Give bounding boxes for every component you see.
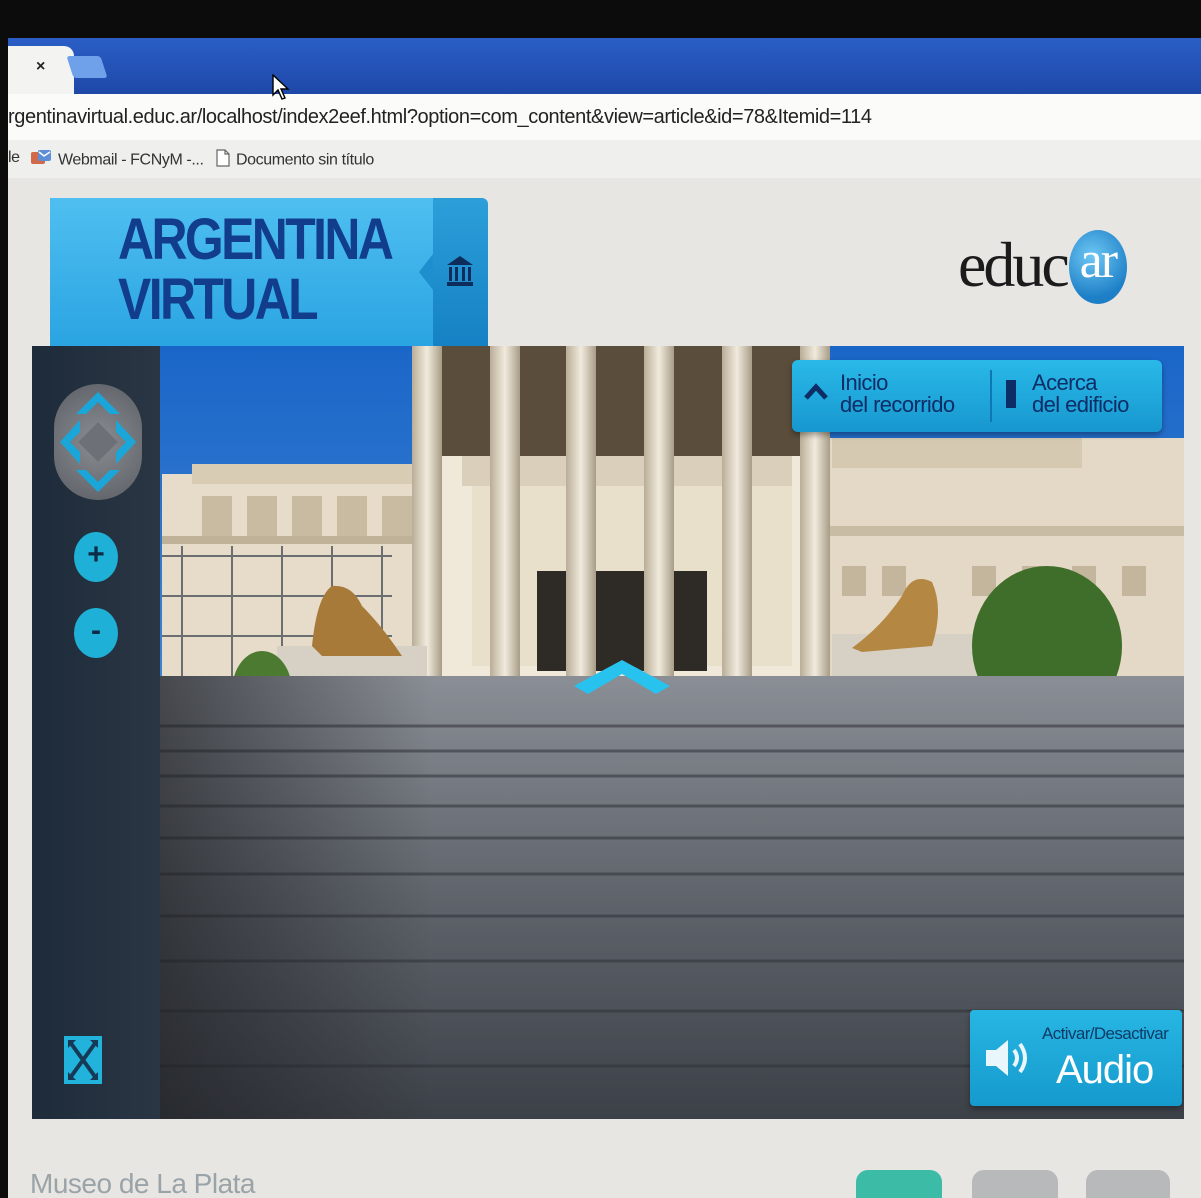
page-content: ARGENTINA VIRTUAL educ ar + - Inicio del… [8, 178, 1201, 1198]
speaker-icon [984, 1036, 1034, 1085]
logo-badge: ar [1068, 230, 1127, 305]
zoom-out-button[interactable]: - [74, 608, 118, 658]
document-icon [216, 149, 230, 172]
info-bar-icon [1006, 380, 1016, 408]
bookmark-label: Webmail - FCNyM -... [58, 151, 204, 169]
panorama-viewer[interactable]: + - Inicio del recorrido Acerca del edif… [32, 346, 1184, 1119]
nav-line2: del recorrido [840, 392, 955, 417]
acerca-edificio-button[interactable]: Acerca del edificio [992, 360, 1162, 432]
address-bar[interactable]: rgentinavirtual.educ.ar/localhost/index2… [8, 94, 1201, 141]
panorama-image [32, 346, 1184, 1119]
museum-icon [445, 254, 475, 293]
inicio-recorrido-button[interactable]: Inicio del recorrido [792, 360, 990, 432]
footer-action-button[interactable] [972, 1170, 1058, 1198]
site-title: ARGENTINA VIRTUAL [118, 207, 394, 332]
educar-logo[interactable]: educ ar [958, 228, 1127, 308]
bookmarks-bar: le Webmail - FCNyM -... Documento sin tí… [8, 140, 1201, 179]
page-title: Museo de La Plata [30, 1168, 256, 1198]
footer-share-button[interactable] [856, 1170, 942, 1198]
zoom-in-button[interactable]: + [74, 532, 118, 582]
url-text[interactable]: rgentinavirtual.educ.ar/localhost/index2… [8, 106, 872, 129]
fullscreen-icon[interactable] [64, 1036, 102, 1089]
bookmark-webmail[interactable]: Webmail - FCNyM -... [30, 149, 204, 172]
bookmark-label: Documento sin título [236, 151, 374, 169]
tour-nav-panel: Inicio del recorrido Acerca del edificio [792, 360, 1162, 432]
mail-icon [30, 149, 52, 172]
home-tab-notch [419, 254, 433, 290]
audio-toggle-button[interactable]: Activar/Desactivar Audio [970, 1010, 1182, 1106]
home-button[interactable] [419, 198, 488, 346]
bookmark-item[interactable]: le [8, 149, 20, 167]
new-tab-button[interactable] [66, 56, 108, 78]
pan-control[interactable] [54, 384, 142, 500]
audio-toggle-caption: Activar/Desactivar [1042, 1024, 1169, 1043]
browser-window: × rgentinavirtual.educ.ar/localhost/inde… [8, 38, 1201, 1198]
mouse-cursor-icon [272, 73, 290, 105]
tab-bar: × [8, 38, 1201, 94]
footer-action-button[interactable] [1086, 1170, 1170, 1198]
move-forward-arrow-icon[interactable] [570, 656, 674, 701]
logo-text: educ [958, 229, 1070, 300]
chevron-up-icon [804, 382, 828, 407]
bookmark-label: le [8, 149, 20, 166]
site-title-line2: VIRTUAL [118, 267, 319, 332]
browser-tab[interactable]: × [8, 46, 74, 94]
pan-arrows-icon [60, 392, 136, 492]
nav-label: Inicio del recorrido [840, 372, 955, 417]
audio-label: Audio [1056, 1048, 1154, 1092]
nav-line2: del edificio [1032, 392, 1129, 417]
nav-label: Acerca del edificio [1032, 372, 1129, 416]
viewer-controls-rail: + - [32, 346, 160, 1119]
bookmark-documento[interactable]: Documento sin título [216, 149, 374, 172]
site-title-line1: ARGENTINA [118, 207, 394, 272]
site-title-block[interactable]: ARGENTINA VIRTUAL [50, 198, 433, 346]
tab-close-button[interactable]: × [36, 58, 45, 76]
